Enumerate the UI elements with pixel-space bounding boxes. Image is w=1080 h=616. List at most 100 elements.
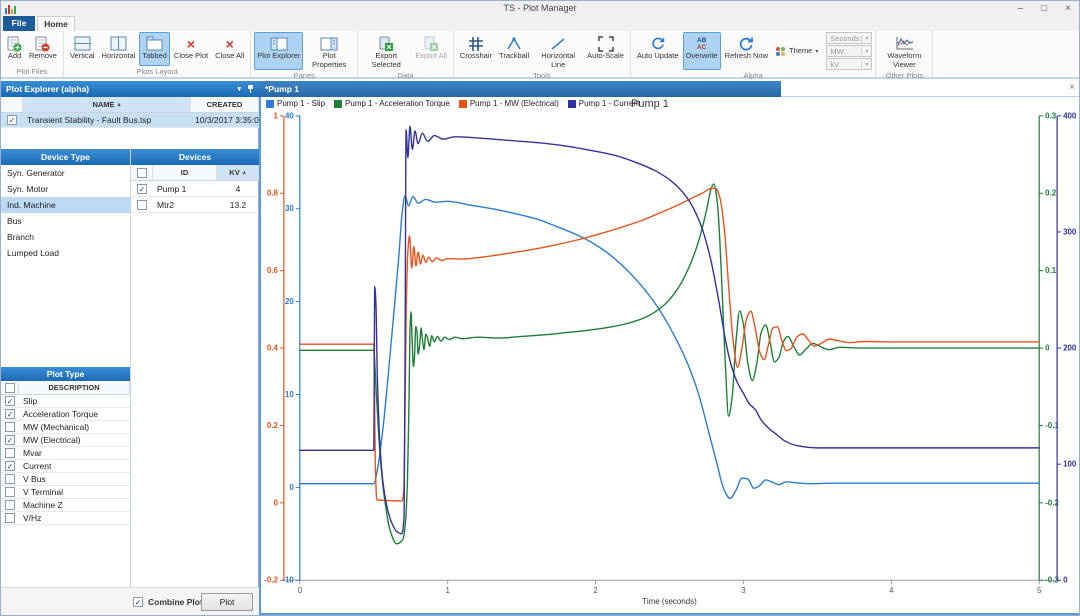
row-checkbox[interactable] — [5, 474, 15, 484]
row-checkbox[interactable]: ✓ — [5, 396, 15, 406]
ribbon-button-label: Remove — [29, 52, 57, 61]
export-all-button[interactable]: Export All — [412, 32, 450, 70]
crosshair-button[interactable]: Crosshair — [457, 32, 495, 70]
trackball-icon — [506, 35, 522, 52]
ribbon-group-tools: Crosshair Trackball Horizontal Line Auto… — [454, 31, 631, 77]
ribbon-group-label: Panes — [254, 70, 354, 81]
plot-button[interactable]: Plot — [201, 593, 253, 611]
units-combo-voltage[interactable]: kV▾ — [826, 58, 872, 70]
row-checkbox[interactable] — [5, 500, 15, 510]
svg-text:1: 1 — [273, 111, 278, 120]
tabbed-layout-button[interactable]: Tabbed — [139, 32, 170, 66]
row-checkbox[interactable]: ✓ — [7, 115, 17, 125]
refresh-now-button[interactable]: Refresh Now — [722, 32, 771, 70]
export-selected-button[interactable]: Export Selected — [361, 32, 411, 70]
column-header-name[interactable]: NAME▴ — [23, 97, 191, 112]
maximize-button[interactable]: □ — [1041, 2, 1047, 15]
plot-properties-button[interactable]: Plot Properties — [304, 32, 354, 70]
plot-type-row[interactable]: ✓MW (Electrical) — [1, 434, 130, 447]
remove-button[interactable]: Remove — [26, 32, 60, 66]
units-combo-time[interactable]: Seconds▾ — [826, 32, 872, 44]
minimize-button[interactable]: – — [1018, 2, 1024, 15]
horizontal-layout-button[interactable]: Horizontal — [99, 32, 139, 66]
device-type-item[interactable]: Bus — [1, 213, 130, 229]
column-header-created[interactable]: CREATED — [191, 97, 259, 112]
close-button[interactable]: × — [1065, 2, 1071, 15]
ribbon-button-label: Export All — [415, 52, 447, 61]
units-combo-power[interactable]: MW▾ — [826, 45, 872, 57]
row-checkbox[interactable] — [5, 487, 15, 497]
plot-type-header: Plot Type — [1, 367, 130, 381]
legend-swatch — [568, 100, 576, 108]
device-type-item[interactable]: Branch — [1, 229, 130, 245]
select-all-checkbox[interactable] — [137, 168, 147, 178]
theme-button[interactable]: Theme ▾ — [772, 42, 822, 60]
row-checkbox[interactable]: ✓ — [5, 409, 15, 419]
waveform-viewer-button[interactable]: Waveform Viewer — [879, 32, 929, 70]
pin-icon[interactable] — [247, 85, 254, 93]
row-checkbox[interactable] — [137, 200, 147, 210]
svg-text:0.8: 0.8 — [267, 189, 279, 198]
auto-update-button[interactable]: Auto Update — [634, 32, 682, 70]
theme-icon — [776, 47, 785, 56]
plot-type-row[interactable]: ✓Acceleration Torque — [1, 408, 130, 421]
plot-type-row[interactable]: V/Hz — [1, 512, 130, 525]
svg-text:40: 40 — [285, 111, 294, 120]
plot-file-row[interactable]: ✓ Transient Stability - Fault Bus.tsp 10… — [1, 113, 259, 128]
pan el-title: Plot Explorer (alpha) — [6, 84, 89, 94]
column-header-id[interactable]: ID — [153, 165, 217, 180]
plot-type-row[interactable]: Machine Z — [1, 499, 130, 512]
combo-value: Seconds — [830, 34, 859, 43]
horizontal-line-button[interactable]: Horizontal Line — [533, 32, 583, 70]
ribbon-button-label: Auto Update — [637, 52, 679, 61]
plot-type-label: Current — [19, 461, 130, 471]
checkbox-column-header[interactable] — [1, 97, 23, 112]
trackball-button[interactable]: Trackball — [496, 32, 532, 70]
ribbon-group-label: Alpha — [634, 70, 873, 81]
tab-file[interactable]: File — [3, 16, 35, 31]
close-document-icon[interactable]: × — [1069, 82, 1075, 93]
chart-plot-area[interactable]: 012345Time (seconds)10.80.60.40.20-0.240… — [261, 97, 1079, 613]
plot-type-row[interactable]: ✓ Current — [1, 460, 130, 473]
device-row[interactable]: Mtr2 13.2 — [131, 197, 259, 213]
panel-dropdown-icon[interactable]: ▾ — [237, 85, 241, 93]
device-type-item[interactable]: Ind. Machine — [1, 197, 130, 213]
row-checkbox[interactable]: ✓ — [5, 461, 15, 471]
column-header-description[interactable]: DESCRIPTION — [19, 381, 130, 394]
device-type-item[interactable]: Syn. Generator — [1, 165, 130, 181]
ribbon-group-label: Plots Layout — [67, 66, 247, 77]
combine-plot-checkbox[interactable]: ✓ — [133, 597, 143, 607]
vertical-layout-button[interactable]: Vertical — [67, 32, 98, 66]
checkbox-column-header[interactable] — [1, 381, 19, 394]
row-checkbox[interactable] — [5, 422, 15, 432]
plot-type-row[interactable]: MW (Mechanical) — [1, 421, 130, 434]
column-header-kv[interactable]: KV▴ — [217, 165, 259, 180]
close-all-button[interactable]: × Close All — [212, 32, 247, 66]
plot-explorer-panel-header[interactable]: Plot Explorer (alpha) ▾ — [1, 81, 259, 97]
overwrite-button[interactable]: ABAC Overwrite — [683, 32, 721, 70]
row-checkbox[interactable]: ✓ — [5, 435, 15, 445]
plot-type-label: Machine Z — [19, 500, 130, 510]
auto-scale-button[interactable]: Auto-Scale — [584, 32, 627, 70]
close-plot-button[interactable]: × Close Plot — [171, 32, 211, 66]
add-button[interactable]: Add — [4, 32, 25, 66]
plot-type-table-header: DESCRIPTION — [1, 381, 130, 395]
device-type-item[interactable]: Lumped Load — [1, 245, 130, 261]
select-all-checkbox[interactable] — [5, 383, 15, 393]
plot-type-row[interactable]: Mvar — [1, 447, 130, 460]
tab-home[interactable]: Home — [37, 16, 75, 31]
plot-type-row[interactable]: ✓ Slip — [1, 395, 130, 408]
device-type-item[interactable]: Syn. Motor — [1, 181, 130, 197]
row-checkbox[interactable]: ✓ — [137, 184, 147, 194]
checkbox-column-header[interactable] — [131, 165, 153, 180]
row-checkbox[interactable] — [5, 513, 15, 523]
tabbed-layout-icon — [146, 35, 163, 52]
plot-type-label: Slip — [19, 396, 130, 406]
plot-explorer-button[interactable]: Plot Explorer — [254, 32, 303, 70]
plot-type-row[interactable]: V Terminal — [1, 486, 130, 499]
legend-item: Pump 1 - MW (Electrical) — [459, 99, 559, 108]
document-tab[interactable]: *Pump 1 — [259, 81, 781, 97]
device-row[interactable]: ✓ Pump 1 4 — [131, 181, 259, 197]
plot-type-row[interactable]: V Bus — [1, 473, 130, 486]
row-checkbox[interactable] — [5, 448, 15, 458]
